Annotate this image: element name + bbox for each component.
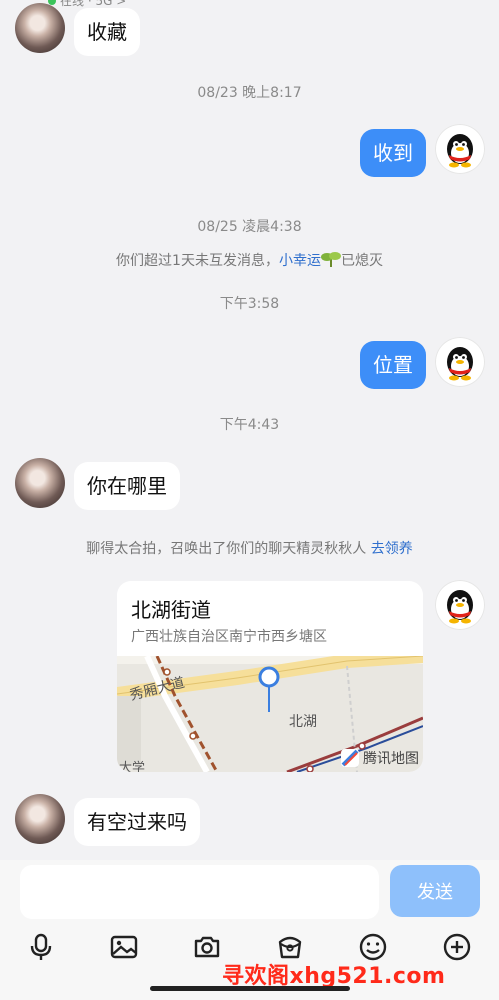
message-input[interactable] <box>20 865 379 919</box>
microphone-icon[interactable] <box>24 930 58 964</box>
adopt-link[interactable]: 去领养 <box>371 541 413 557</box>
contact-avatar[interactable] <box>15 3 65 53</box>
message-bubble-incoming[interactable]: 你在哪里 <box>74 462 180 510</box>
contact-avatar[interactable] <box>15 794 65 844</box>
system-notice: 聊得太合拍，召唤出了你们的聊天精灵秋秋人 去领养 <box>86 541 413 557</box>
tencent-map-icon <box>341 749 359 767</box>
timestamp: 下午4:43 <box>219 417 280 433</box>
timestamp: 08/23 晚上8:17 <box>197 85 302 101</box>
location-title: 北湖街道 <box>131 598 211 622</box>
timestamp: 下午3:58 <box>219 296 280 312</box>
qq-penguin-icon <box>447 590 473 624</box>
map-brand: 腾讯地图 <box>341 748 419 768</box>
map-partial-label: 大学 <box>119 760 145 772</box>
system-notice: 你们超过1天未互发消息，小幸运 已熄灭 <box>116 251 383 271</box>
camera-icon[interactable] <box>190 930 224 964</box>
message-bubble-outgoing[interactable]: 位置 <box>360 341 426 389</box>
location-address: 广西壮族自治区南宁市西乡塘区 <box>131 629 327 645</box>
map-area-label: 北湖 <box>289 714 317 730</box>
timestamp: 08/25 凌晨4:38 <box>197 219 302 235</box>
image-icon[interactable] <box>107 930 141 964</box>
message-bubble-incoming[interactable]: 收藏 <box>74 8 140 56</box>
my-avatar[interactable] <box>435 337 485 387</box>
message-bubble-incoming[interactable]: 有空过来吗 <box>74 798 200 846</box>
notice-link[interactable]: 小幸运 <box>279 253 321 269</box>
my-avatar[interactable] <box>435 580 485 630</box>
qq-penguin-icon <box>447 347 473 381</box>
send-button[interactable]: 发送 <box>390 865 480 917</box>
sprout-icon <box>320 251 341 271</box>
my-avatar[interactable] <box>435 124 485 174</box>
qq-penguin-icon <box>447 134 473 168</box>
contact-avatar[interactable] <box>15 458 65 508</box>
home-indicator[interactable] <box>150 986 350 991</box>
message-bubble-outgoing[interactable]: 收到 <box>360 129 426 177</box>
location-card[interactable]: 北湖街道 广西壮族自治区南宁市西乡塘区 秀厢大道 北湖 大学 腾讯地图 <box>117 581 423 772</box>
